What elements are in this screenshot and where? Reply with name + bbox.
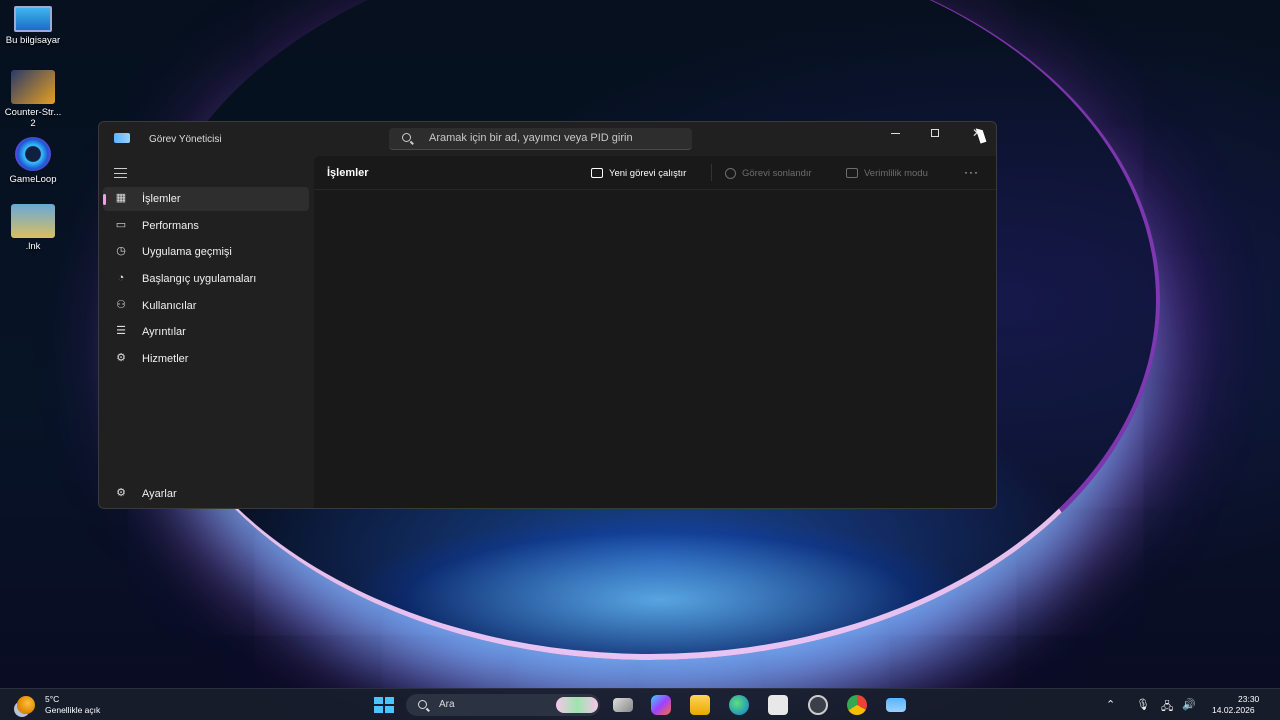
sidebar-item-app-history[interactable]: ◷ Uygulama geçmişi	[103, 240, 309, 264]
microphone-icon[interactable]: 🎙	[1136, 698, 1150, 711]
file-explorer-icon[interactable]	[690, 695, 710, 715]
task-manager-taskbar-icon[interactable]	[886, 698, 906, 712]
clock-time[interactable]: 23:30	[1238, 694, 1259, 704]
network-icon[interactable]: 🖧	[1161, 698, 1173, 717]
run-task-icon	[591, 168, 603, 178]
weather-description[interactable]: Genellikle açık	[45, 705, 100, 715]
counter-strike-icon	[11, 70, 55, 104]
sidebar-item-label: Performans	[142, 220, 199, 232]
command-bar: İşlemler Yeni görevi çalıştır Görevi son…	[314, 156, 996, 190]
more-options-button[interactable]: ···	[964, 165, 979, 179]
taskbar: 5°C Genellikle açık Ara ⌃ 🎙 🖧 🔊 23:30 14…	[0, 688, 1280, 720]
maximize-icon	[931, 129, 939, 137]
end-task-button[interactable]: Görevi sonlandır	[725, 165, 812, 181]
copilot-icon[interactable]	[651, 695, 671, 715]
chevron-up-icon[interactable]: ⌃	[1106, 698, 1115, 711]
process-search-input[interactable]: Aramak için bir ad, yayımcı veya PID gir…	[389, 128, 692, 150]
efficiency-mode-button[interactable]: Verimlilik modu	[846, 165, 928, 181]
monitor-icon	[14, 6, 52, 32]
volume-icon[interactable]: 🔊	[1182, 698, 1196, 711]
title-bar[interactable]: Görev Yöneticisi Aramak için bir ad, yay…	[99, 122, 996, 156]
weather-temperature[interactable]: 5°C	[45, 694, 59, 704]
desktop-icon-label: Counter-Str... 2	[4, 107, 62, 129]
minimize-icon	[890, 132, 900, 134]
sidebar-item-details[interactable]: ☰ Ayrıntılar	[103, 320, 309, 344]
leaf-icon	[846, 168, 858, 178]
sidebar-item-label: Uygulama geçmişi	[142, 246, 232, 258]
store-icon[interactable]	[768, 695, 788, 715]
sidebar-item-label: Ayarlar	[142, 488, 177, 500]
run-new-task-label: Yeni görevi çalıştır	[609, 167, 687, 179]
sidebar-item-services[interactable]: ⚙ Hizmetler	[103, 347, 309, 371]
search-placeholder: Aramak için bir ad, yayımcı veya PID gir…	[429, 132, 633, 144]
taskbar-search[interactable]: Ara	[406, 694, 600, 716]
run-new-task-button[interactable]: Yeni görevi çalıştır	[591, 165, 686, 181]
desktop-icon-label: .lnk	[25, 241, 41, 252]
services-icon: ⚙	[116, 352, 126, 364]
sidebar-item-label: Kullanıcılar	[142, 300, 197, 312]
sidebar-item-startup-apps[interactable]: ◔ Başlangıç uygulamaları	[103, 267, 309, 291]
task-view-icon[interactable]	[613, 698, 633, 712]
desktop-icon-this-pc[interactable]: Bu bilgisayar	[0, 6, 66, 46]
maximize-button[interactable]	[915, 122, 955, 144]
desktop-icon-label: Bu bilgisayar	[5, 35, 61, 46]
users-icon: ⚇	[116, 299, 126, 311]
desktop-icon-shortcut[interactable]: .lnk	[0, 204, 66, 252]
main-content: İşlemler Yeni görevi çalıştır Görevi son…	[314, 156, 996, 508]
page-title: İşlemler	[327, 167, 369, 179]
sidebar-item-label: İşlemler	[142, 193, 181, 205]
end-task-label: Görevi sonlandır	[742, 167, 812, 179]
taskbar-search-label: Ara	[439, 699, 455, 710]
desktop-icon-label: GameLoop	[9, 174, 57, 185]
sidebar-item-performance[interactable]: ▭ Performans	[103, 214, 309, 238]
sidebar-item-settings[interactable]: ⚙ Ayarlar	[103, 482, 309, 506]
task-manager-icon	[114, 133, 130, 143]
sidebar-item-label: Başlangıç uygulamaları	[142, 273, 257, 285]
sidebar-item-users[interactable]: ⚇ Kullanıcılar	[103, 294, 309, 318]
game-shortcut-icon	[11, 204, 55, 238]
window-title: Görev Yöneticisi	[149, 134, 222, 145]
sidebar-item-label: Ayrıntılar	[142, 326, 186, 338]
desktop-icon-counter-strike[interactable]: Counter-Str... 2	[0, 70, 66, 129]
sidebar-item-label: Hizmetler	[142, 353, 189, 365]
search-icon	[418, 700, 427, 709]
sidebar-item-processes[interactable]: ▦ İşlemler	[103, 187, 309, 211]
details-icon: ☰	[116, 325, 126, 337]
steam-icon[interactable]	[808, 695, 828, 715]
gear-icon: ⚙	[116, 487, 126, 499]
desktop-icon-gameloop[interactable]: GameLoop	[0, 137, 66, 185]
startup-icon: ◔	[117, 272, 125, 284]
history-icon: ◷	[116, 245, 126, 257]
search-icon	[402, 133, 411, 142]
weather-icon[interactable]	[17, 696, 35, 714]
windows-logo-icon	[374, 697, 383, 704]
gameloop-icon	[15, 137, 51, 171]
end-task-icon	[725, 167, 736, 179]
minimize-button[interactable]	[875, 122, 915, 144]
toolbar-divider	[711, 164, 712, 181]
efficiency-mode-label: Verimlilik modu	[864, 167, 928, 179]
sidebar: ▦ İşlemler ▭ Performans ◷ Uygulama geçmi…	[99, 156, 313, 508]
processes-icon: ▦	[115, 192, 127, 204]
edge-icon[interactable]	[729, 695, 749, 715]
clock-date[interactable]: 14.02.2026	[1212, 705, 1255, 715]
search-highlight-icon	[556, 697, 598, 713]
start-button[interactable]	[374, 697, 394, 713]
chrome-icon[interactable]	[847, 695, 867, 715]
performance-icon: ▭	[115, 219, 127, 231]
task-manager-window: Görev Yöneticisi Aramak için bir ad, yay…	[98, 121, 997, 509]
hamburger-menu-icon[interactable]	[114, 168, 127, 178]
